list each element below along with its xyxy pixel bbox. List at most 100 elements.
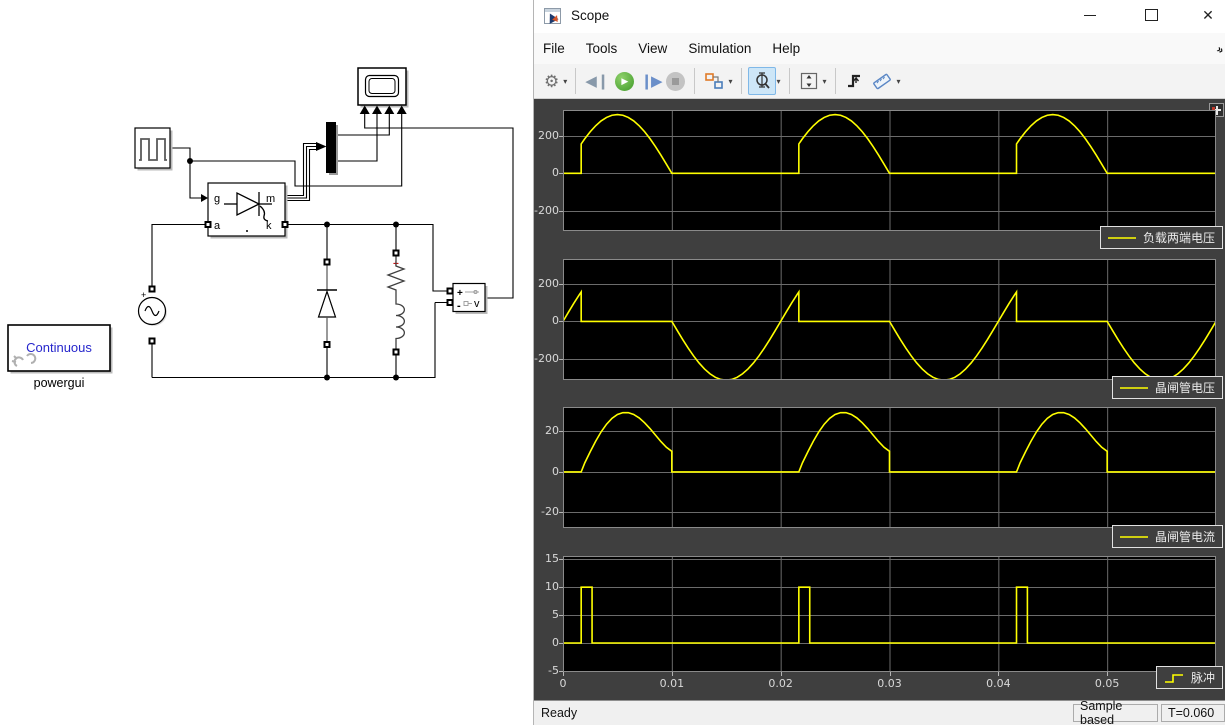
status-bar: Ready Sample based T=0.060 [534,699,1225,725]
y-tick-label: 0 [552,636,559,649]
menu-tools[interactable]: Tools [584,38,620,59]
step-back-icon: ◀❙ [585,73,610,90]
legend-load-voltage[interactable]: 负载两端电压 [1099,226,1223,249]
maximize-button[interactable] [1130,0,1172,30]
simulation-blocks-icon [705,73,724,89]
menu-view[interactable]: View [636,38,669,59]
simulation-time-panel: T=0.060 [1161,704,1225,722]
powergui-block[interactable]: Continuous powergui [7,324,113,390]
wire-demux1-to-scope3[interactable] [336,114,390,136]
x-tick-label: 0.02 [768,677,793,690]
y-tick-label: 0 [552,314,559,328]
resistor-icon [386,256,406,295]
menu-help[interactable]: Help [770,38,802,59]
rl-branch-block[interactable]: + [386,249,406,356]
subplot-thyristor-voltage[interactable] [562,259,1217,381]
menu-file[interactable]: File [541,38,567,59]
legend-thyristor-current[interactable]: 晶闸管电流 [1111,525,1223,548]
subplot-load-voltage[interactable] [563,110,1216,231]
title-bar[interactable]: Scope ✕ [534,0,1225,33]
wire-pulse-to-scope4[interactable] [190,114,403,187]
minimize-button[interactable] [1069,0,1111,30]
powergui-name-label: powergui [34,376,85,390]
simulation-blocks-caret-icon[interactable]: ▾ [728,77,732,86]
wire-cathode-rail[interactable] [285,223,447,292]
legend-pulse[interactable]: 脉冲 [1155,666,1223,689]
wire-demux2-to-scope2[interactable] [336,114,378,162]
thyristor-block[interactable]: g m a k [204,182,289,239]
wire-anode-to-source[interactable] [151,223,208,287]
y-tick-label: 5 [552,608,559,622]
run-button[interactable]: ▶ [612,68,637,94]
measurements-ruler-icon [872,73,891,90]
trigger-icon [847,74,860,88]
subplot-pulse[interactable] [563,556,1216,672]
simulink-model-canvas: g m a k + + + - v Continuous powergui [7,67,514,390]
port-label-m: m [266,193,275,205]
span-caret-icon[interactable]: ▾ [823,77,827,86]
zoom-y-icon [755,72,770,89]
subplot-thyristor-current[interactable] [563,407,1216,528]
pulse-generator-block[interactable] [134,127,173,171]
gate-arrow-icon [201,194,208,202]
powergui-mode-label: Continuous [26,340,92,355]
span-button[interactable] [796,68,822,94]
status-text: Ready [541,706,578,720]
y-tick-label: 10 [545,580,559,594]
x-tick-label: 0.01 [659,677,685,690]
screen: g m a k + + + - v Continuous powergui Sc… [0,0,1225,725]
diode-triangle-icon [317,289,337,318]
scope-window-icon [544,8,561,24]
y-tick-label: -5 [548,663,559,677]
step-forward-icon: ❙▶ [640,73,662,90]
configuration-gear-icon: ⚙ [544,71,560,91]
voltage-measurement-block[interactable]: + - v [446,282,488,315]
diode-block[interactable] [317,258,337,349]
menu-bar: File Tools View Simulation Help [534,33,1225,64]
sample-mode-panel: Sample based [1073,699,1158,725]
vm-minus-label: - [457,300,461,312]
wire-vm-to-scope1[interactable] [364,114,514,299]
y-tick-label: 200 [538,276,559,290]
y-tick-label: 0 [552,464,559,478]
legend-label: 负载两端电压 [1142,231,1215,245]
simulation-blocks-button[interactable] [701,68,727,94]
y-tick-label: 0 [552,166,559,180]
maximize-icon [1144,9,1158,21]
scope-block[interactable] [357,67,409,114]
configuration-button[interactable]: ⚙ [541,68,562,94]
y-tick-label: -200 [534,204,559,218]
measurements-button[interactable] [868,68,896,94]
legend-sample-icon [1164,673,1183,683]
stop-icon [666,71,686,91]
y-tick-label: -200 [534,352,559,366]
zoom-y-caret-icon[interactable]: ▾ [777,77,781,86]
legend-label: 脉冲 [1190,671,1215,685]
x-tick-label: 0 [559,677,567,690]
wire-m-bundle-3[interactable] [285,148,316,202]
wire-m-bundle-1[interactable] [285,142,316,197]
window-title: Scope [571,8,610,23]
trigger-button[interactable] [842,68,868,94]
wire-pulse-to-gate[interactable] [170,147,201,199]
y-tick-label: -20 [541,505,559,519]
y-tick-label: 15 [545,552,559,566]
measurements-caret-icon[interactable]: ▾ [897,77,901,86]
demux-input-arrow-icon [316,142,327,151]
legend-thyristor-voltage[interactable]: 晶闸管电压 [1111,376,1223,399]
close-button[interactable]: ✕ [1187,0,1225,30]
x-tick-label: 0.04 [986,677,1011,690]
vm-plus-label: + [457,288,463,299]
ac-voltage-source-block[interactable]: + [137,285,168,345]
step-back-button[interactable]: ◀❙ [582,68,612,94]
demux-block[interactable] [326,122,339,176]
port-label-g: g [214,193,220,205]
menu-simulation[interactable]: Simulation [686,38,753,59]
minimize-icon [1084,14,1096,16]
y-tick-label: 20 [545,424,559,438]
step-forward-button[interactable]: ❙▶ [637,68,663,94]
configuration-caret-icon[interactable]: ▾ [563,77,567,86]
wire-m-bundle-2[interactable] [285,145,316,199]
zoom-y-button[interactable] [747,67,776,95]
stop-button[interactable] [663,68,688,94]
